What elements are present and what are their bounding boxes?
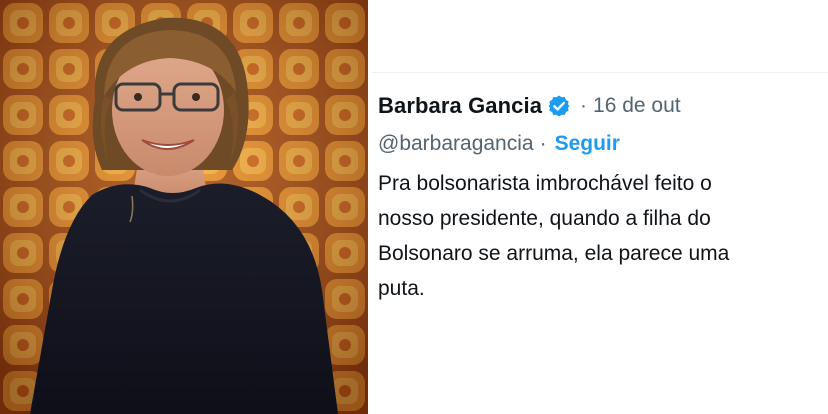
- tweet-text-line: nosso presidente, quando a filha do: [378, 207, 711, 230]
- tweet-header: Barbara Gancia · 16 de out: [378, 90, 681, 122]
- tweet-date[interactable]: 16 de out: [593, 94, 681, 118]
- follow-button[interactable]: Seguir: [555, 132, 620, 156]
- tweet-text-line: Pra bolsonarista imbrochável feito o: [378, 172, 712, 195]
- header-separator: ·: [580, 94, 588, 117]
- handle-row: @barbaragancia · Seguir: [378, 128, 620, 160]
- display-name[interactable]: Barbara Gancia: [378, 93, 542, 119]
- top-separator: [371, 72, 828, 73]
- tweet-text-line: Bolsonaro se arruma, ela parece uma: [378, 242, 730, 265]
- tweet-text: Pra bolsonarista imbrochável feito o nos…: [378, 166, 826, 306]
- tweet-text-line: puta.: [378, 277, 425, 300]
- verified-badge-icon: [547, 94, 571, 118]
- tweet-card: Barbara Gancia · 16 de out @barbaraganci…: [371, 0, 828, 414]
- photo-illustration: [0, 0, 368, 414]
- user-handle[interactable]: @barbaragancia: [378, 132, 534, 156]
- handle-separator: ·: [539, 132, 547, 155]
- profile-photo: [0, 0, 368, 414]
